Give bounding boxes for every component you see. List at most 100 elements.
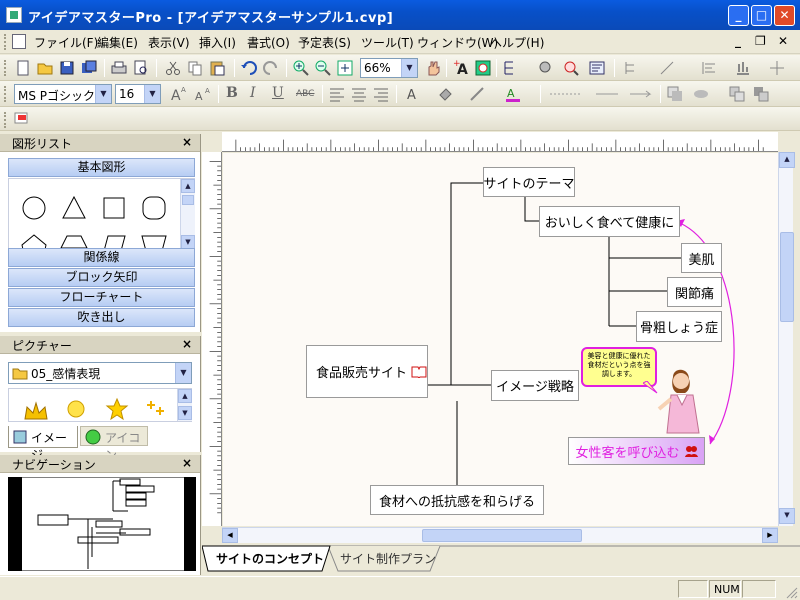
- category-callouts[interactable]: 吹き出し: [8, 308, 195, 327]
- move-icon[interactable]: [768, 59, 786, 77]
- order-icon[interactable]: [752, 85, 770, 103]
- scroll-thumb[interactable]: [182, 195, 194, 205]
- outline-view-icon[interactable]: [588, 59, 606, 77]
- new-file-icon[interactable]: [14, 59, 32, 77]
- node-root[interactable]: 食品販売サイト: [306, 345, 428, 398]
- menu-format[interactable]: 書式(O): [247, 34, 290, 51]
- link-icon[interactable]: [536, 59, 554, 77]
- shrink-font-icon[interactable]: AA: [194, 85, 212, 103]
- node-kansetsu[interactable]: 関節痛: [667, 277, 722, 307]
- crown-icon[interactable]: [23, 399, 49, 421]
- zoom-out-icon[interactable]: [314, 59, 332, 77]
- menu-edit[interactable]: 編集(E): [97, 34, 138, 51]
- tab-site-concept[interactable]: サイトのコンセプト: [206, 546, 334, 570]
- grow-font-icon[interactable]: AA: [170, 85, 188, 103]
- fit-page-icon[interactable]: [336, 59, 354, 77]
- rounded-square-shape[interactable]: [139, 193, 169, 223]
- shape-gallery-scrollbar[interactable]: ▲ ▼: [180, 179, 195, 249]
- mdi-minimize-button[interactable]: _: [735, 34, 741, 48]
- menu-insert[interactable]: 挿入(I): [199, 34, 236, 51]
- chevron-down-icon[interactable]: ▼: [144, 85, 160, 103]
- tab-site-plan[interactable]: サイト制作プラン: [330, 546, 446, 570]
- scroll-up-icon[interactable]: ▲: [178, 389, 192, 403]
- print-preview-icon[interactable]: [132, 59, 150, 77]
- scroll-right-icon[interactable]: ▶: [762, 528, 778, 543]
- zoom-select[interactable]: 66% ▼: [360, 58, 418, 78]
- menu-window[interactable]: ウィンドウ(W): [417, 34, 498, 51]
- canvas-vertical-scrollbar[interactable]: ▲ ▼: [778, 152, 795, 526]
- lightbulb-icon[interactable]: [63, 397, 89, 421]
- scroll-down-icon[interactable]: ▼: [779, 508, 795, 524]
- maximize-button[interactable]: □: [751, 5, 772, 26]
- node-josei[interactable]: 女性客を呼び込む: [568, 437, 705, 465]
- node-site-theme[interactable]: サイトのテーマ: [483, 167, 575, 197]
- chevron-down-icon[interactable]: ▼: [175, 363, 191, 383]
- canvas-horizontal-scrollbar[interactable]: ◀ ▶: [222, 527, 778, 543]
- category-basic-shapes[interactable]: 基本図形: [8, 158, 195, 177]
- italic-button[interactable]: I: [250, 85, 268, 103]
- scroll-down-icon[interactable]: ▼: [181, 235, 195, 249]
- paste-icon[interactable]: [208, 59, 226, 77]
- scroll-up-icon[interactable]: ▲: [779, 152, 795, 168]
- text-highlight-icon[interactable]: A: [504, 85, 522, 103]
- mdi-close-button[interactable]: ✕: [778, 34, 788, 48]
- minimize-button[interactable]: _: [728, 5, 749, 26]
- node-oishiku[interactable]: おいしく食べて健康に: [539, 206, 680, 237]
- shadow-icon[interactable]: [666, 85, 684, 103]
- scroll-up-icon[interactable]: ▲: [181, 179, 195, 193]
- branch-icon[interactable]: [502, 59, 520, 77]
- redo-icon[interactable]: [262, 59, 280, 77]
- strikethrough-button[interactable]: ABC: [296, 89, 314, 107]
- line-color-icon[interactable]: [468, 85, 486, 103]
- print-icon[interactable]: [110, 59, 128, 77]
- close-icon[interactable]: ×: [182, 135, 192, 149]
- document-icon[interactable]: [12, 34, 26, 49]
- align-left-icon[interactable]: [328, 85, 346, 103]
- horizontal-ruler[interactable]: [222, 132, 778, 152]
- menu-view[interactable]: 表示(V): [148, 34, 190, 51]
- category-flowchart[interactable]: フローチャート: [8, 288, 195, 307]
- cut-icon[interactable]: [164, 59, 182, 77]
- app-icon[interactable]: [6, 7, 22, 23]
- menu-schedule[interactable]: 予定表(S): [298, 34, 351, 51]
- vertical-ruler[interactable]: [202, 152, 222, 526]
- align-right-icon[interactable]: [372, 85, 390, 103]
- close-button[interactable]: ✕: [774, 5, 795, 26]
- resize-grip-icon[interactable]: [784, 585, 798, 599]
- chevron-down-icon[interactable]: ▼: [401, 59, 417, 77]
- toolbar-grip[interactable]: [4, 112, 7, 128]
- scroll-left-icon[interactable]: ◀: [222, 528, 238, 543]
- close-icon[interactable]: ×: [182, 337, 192, 351]
- navigation-thumbnail[interactable]: [8, 477, 196, 571]
- save-icon[interactable]: [58, 59, 76, 77]
- picture-folder-select[interactable]: 05_感情表現 ▼: [8, 362, 192, 384]
- line-style-icon[interactable]: [548, 85, 588, 103]
- copy-icon[interactable]: [186, 59, 204, 77]
- underline-button[interactable]: U: [272, 85, 290, 103]
- zoom-in-icon[interactable]: [292, 59, 310, 77]
- toolbar-grip[interactable]: [4, 60, 7, 76]
- open-folder-icon[interactable]: [36, 59, 54, 77]
- toolbar-grip[interactable]: [4, 86, 7, 102]
- woman-illustration[interactable]: [653, 365, 713, 435]
- sparkle-icon[interactable]: [143, 397, 167, 421]
- category-relation-lines[interactable]: 関係線: [8, 248, 195, 267]
- menu-tools[interactable]: ツール(T): [361, 34, 414, 51]
- triangle-shape[interactable]: [59, 193, 89, 223]
- bold-button[interactable]: B: [226, 85, 244, 103]
- font-size-select[interactable]: 16 ▼: [115, 84, 161, 104]
- node-bihada[interactable]: 美肌: [681, 243, 722, 273]
- node-image-strategy[interactable]: イメージ戦略: [491, 370, 579, 401]
- circle-shape[interactable]: [19, 193, 49, 223]
- menu-file[interactable]: ファイル(F): [34, 34, 98, 51]
- search-icon[interactable]: [562, 59, 580, 77]
- hand-pan-icon[interactable]: [424, 59, 442, 77]
- chevron-down-icon[interactable]: ▼: [95, 85, 111, 103]
- group-icon[interactable]: [728, 85, 746, 103]
- save-all-icon[interactable]: [80, 59, 98, 77]
- picture-gallery-scrollbar[interactable]: ▲ ▼: [177, 389, 192, 421]
- scroll-thumb[interactable]: [780, 232, 794, 322]
- tab-image[interactable]: イメージ: [8, 426, 78, 462]
- font-color-icon[interactable]: A: [404, 85, 422, 103]
- connector-icon[interactable]: [658, 59, 676, 77]
